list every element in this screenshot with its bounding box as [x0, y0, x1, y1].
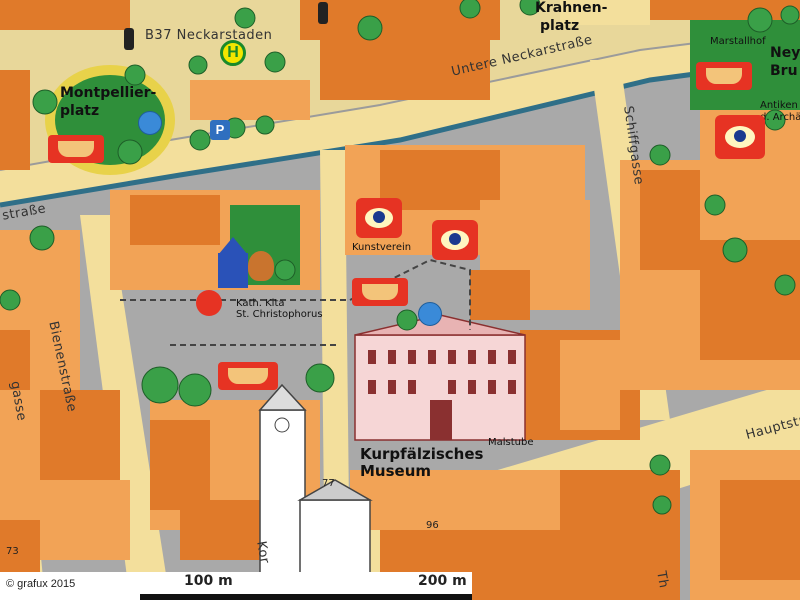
place-label-krahnen-1: Krahnen- [535, 0, 608, 16]
house-number-77: 77 [322, 478, 335, 489]
copyright-text: © grafux 2015 [6, 578, 76, 590]
poi-label-kita-2: St. Christophorus [236, 309, 323, 320]
bus-stop-icon[interactable]: H [220, 40, 246, 66]
location-dot-icon[interactable] [138, 111, 162, 135]
shopping-basket-icon[interactable] [352, 278, 408, 306]
shopping-basket-icon[interactable] [48, 135, 104, 163]
map-canvas[interactable]: B37 Neckarstaden Untere Neckarstraße str… [0, 0, 800, 600]
place-label-antiken-1: Antiken [760, 100, 798, 111]
poi-label-malstube: Malstube [488, 437, 534, 448]
poi-label-museum-2: Museum [360, 462, 432, 480]
sight-eye-icon[interactable] [715, 115, 765, 159]
house-number-73: 73 [6, 546, 19, 557]
poi-label-kita-1: Kath. Kita [236, 298, 285, 309]
house-number-96: 96 [426, 520, 439, 531]
location-dot-icon[interactable] [418, 302, 442, 326]
place-label-krahnen-2: platz [540, 18, 580, 34]
traffic-light-icon [318, 2, 328, 24]
sight-eye-icon[interactable] [432, 220, 478, 260]
place-label-antiken-2: d. Archä [760, 112, 800, 123]
street-label-b37: B37 Neckarstaden [145, 28, 273, 43]
street-label-th: Th [653, 570, 671, 590]
place-label-marstallhof: Marstallhof [710, 36, 766, 47]
poi-label-museum-1: Kurpfälzisches [360, 445, 484, 463]
scale-label-200: 200 m [418, 573, 467, 589]
rocking-horse-icon [196, 290, 222, 316]
traffic-light-icon [124, 28, 134, 50]
sight-eye-icon[interactable] [356, 198, 402, 238]
place-label-montpellier-2: platz [60, 103, 100, 119]
poi-label-kunstverein: Kunstverein [352, 242, 412, 253]
kita-playground-icon[interactable] [218, 235, 278, 290]
shopping-basket-icon[interactable] [696, 62, 752, 90]
place-label-ney-1: Ney [770, 45, 800, 61]
parking-icon[interactable]: P [210, 120, 230, 140]
scale-label-100: 100 m [184, 573, 233, 589]
place-label-montpellier-1: Montpellier- [60, 85, 157, 101]
place-label-ney-2: Bru [770, 63, 798, 79]
shopping-basket-icon[interactable] [218, 362, 278, 390]
